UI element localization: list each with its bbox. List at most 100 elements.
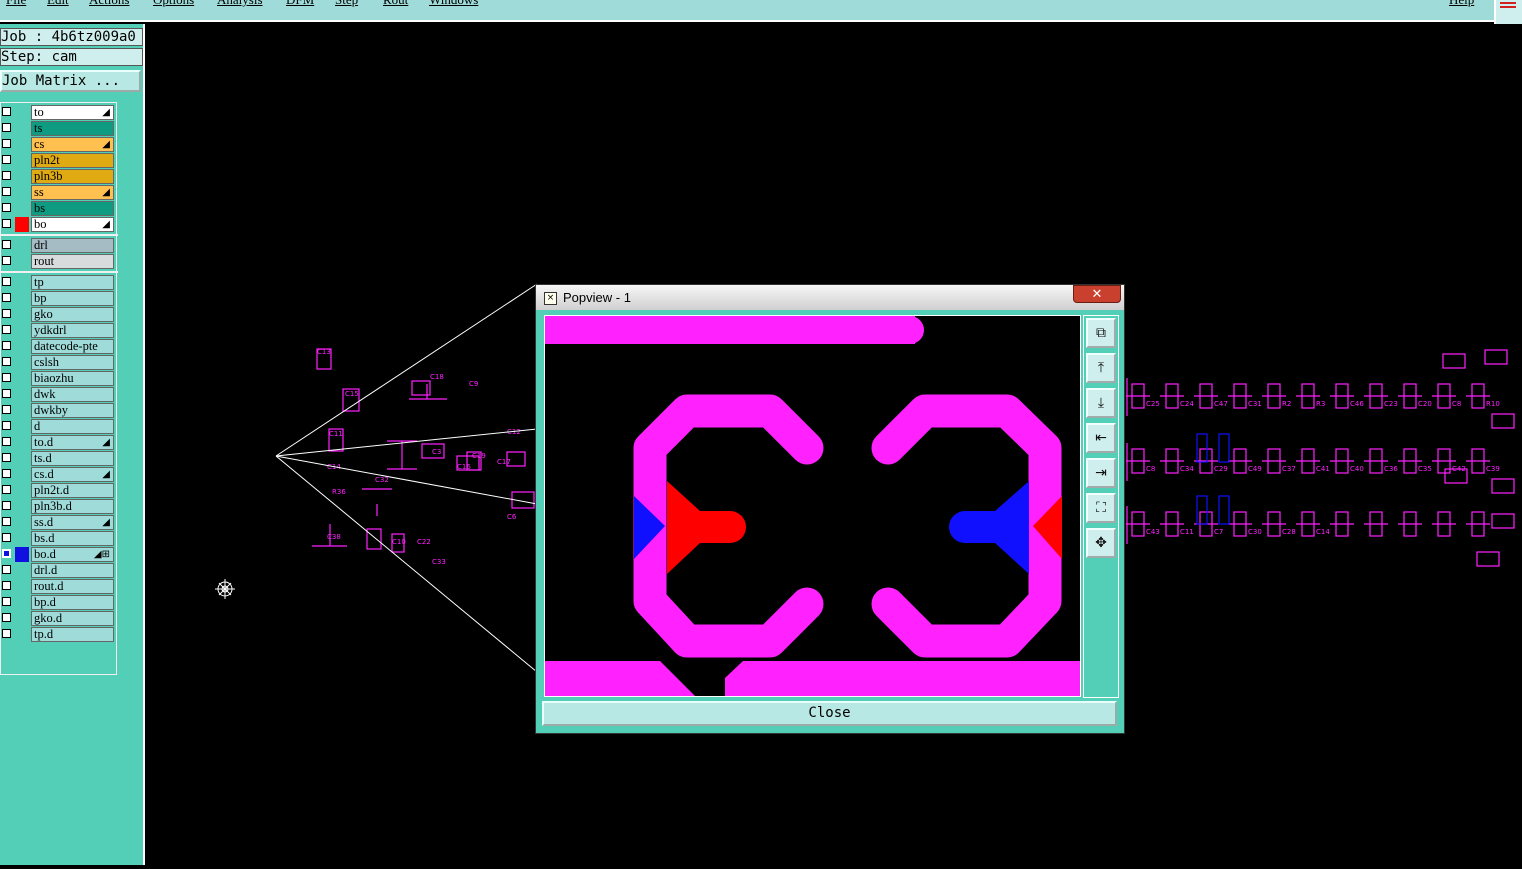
layer-color-swatch[interactable]	[15, 275, 29, 290]
feedback-icon[interactable]	[1494, 0, 1522, 24]
layer-row-tp-d[interactable]: tp.d	[1, 627, 114, 642]
layer-color-swatch[interactable]	[15, 467, 29, 482]
layer-color-swatch[interactable]	[15, 627, 29, 642]
layer-color-swatch[interactable]	[15, 387, 29, 402]
layer-row-gko[interactable]: gko	[1, 307, 114, 322]
layer-name[interactable]: cs ◢	[31, 137, 114, 152]
layer-name[interactable]: cslsh	[31, 355, 114, 370]
layer-name[interactable]: ss.d ◢	[31, 515, 114, 530]
layer-checkbox[interactable]	[2, 581, 11, 590]
center-icon[interactable]: ✥	[1086, 528, 1116, 558]
layer-row-bo[interactable]: bo ◢	[1, 217, 114, 232]
layer-name[interactable]: bp.d	[31, 595, 114, 610]
menu-step[interactable]: Step	[335, 0, 358, 8]
layer-name[interactable]: pln2t.d	[31, 483, 114, 498]
layer-row-bs-d[interactable]: bs.d	[1, 531, 114, 546]
menu-file[interactable]: File	[6, 0, 26, 8]
layer-checkbox[interactable]	[2, 389, 11, 398]
layer-checkbox[interactable]	[2, 325, 11, 334]
layer-checkbox[interactable]	[2, 171, 11, 180]
layer-row-pln3b[interactable]: pln3b	[1, 169, 114, 184]
layer-color-swatch[interactable]	[15, 355, 29, 370]
layer-name[interactable]: ydkdrl	[31, 323, 114, 338]
layer-name[interactable]: drl.d	[31, 563, 114, 578]
layer-name[interactable]: tp.d	[31, 627, 114, 642]
layer-checkbox[interactable]	[2, 155, 11, 164]
layer-row-tp[interactable]: tp	[1, 275, 114, 290]
layer-color-swatch[interactable]	[15, 499, 29, 514]
menu-rout[interactable]: Rout	[383, 0, 408, 8]
layer-color-swatch[interactable]	[15, 238, 29, 253]
job-matrix-button[interactable]: Job Matrix ...	[0, 70, 141, 92]
layer-row-ss-d[interactable]: ss.d ◢	[1, 515, 114, 530]
layer-checkbox[interactable]	[2, 219, 11, 228]
layer-row-bs[interactable]: bs	[1, 201, 114, 216]
layer-checkbox[interactable]	[2, 139, 11, 148]
menu-help[interactable]: Help	[1449, 0, 1474, 8]
layer-name[interactable]: bo.d ◢⊞	[31, 547, 114, 562]
layer-name[interactable]: ss ◢	[31, 185, 114, 200]
layer-color-swatch[interactable]	[15, 201, 29, 216]
layer-row-ydkdrl[interactable]: ydkdrl	[1, 323, 114, 338]
layer-checkbox[interactable]	[2, 240, 11, 249]
layer-checkbox[interactable]	[2, 309, 11, 318]
layer-name[interactable]: pln3b.d	[31, 499, 114, 514]
popview-titlebar[interactable]: × Popview - 1 ✕	[536, 285, 1124, 310]
layer-name[interactable]: ts.d	[31, 451, 114, 466]
layer-checkbox[interactable]	[2, 485, 11, 494]
layer-name[interactable]: drl	[31, 238, 114, 253]
zoom-out-icon[interactable]: ⤓	[1086, 388, 1116, 418]
layer-checkbox[interactable]	[2, 549, 11, 558]
layer-color-swatch[interactable]	[15, 153, 29, 168]
layer-checkbox[interactable]	[2, 453, 11, 462]
layer-row-drl-d[interactable]: drl.d	[1, 563, 114, 578]
layer-name[interactable]: bs.d	[31, 531, 114, 546]
layer-name[interactable]: datecode-pte	[31, 339, 114, 354]
layer-row-rout-d[interactable]: rout.d	[1, 579, 114, 594]
layer-row-datecode-pte[interactable]: datecode-pte	[1, 339, 114, 354]
layer-color-swatch[interactable]	[15, 307, 29, 322]
layer-color-swatch[interactable]	[15, 169, 29, 184]
layer-checkbox[interactable]	[2, 373, 11, 382]
layer-checkbox[interactable]	[2, 437, 11, 446]
layer-name[interactable]: dwkby	[31, 403, 114, 418]
menu-options[interactable]: Options	[153, 0, 194, 8]
layer-checkbox[interactable]	[2, 613, 11, 622]
fit-icon[interactable]: ⛶	[1086, 493, 1116, 523]
menu-windows[interactable]: Windows	[429, 0, 478, 8]
layer-name[interactable]: to ◢	[31, 105, 114, 120]
menu-actions[interactable]: Actions	[89, 0, 129, 8]
layer-row-biaozhu[interactable]: biaozhu	[1, 371, 114, 386]
layer-color-swatch[interactable]	[15, 323, 29, 338]
layer-color-swatch[interactable]	[15, 483, 29, 498]
layer-checkbox[interactable]	[2, 469, 11, 478]
layer-color-swatch[interactable]	[15, 579, 29, 594]
layer-name[interactable]: rout.d	[31, 579, 114, 594]
layer-name[interactable]: d	[31, 419, 114, 434]
layer-row-pln2t[interactable]: pln2t	[1, 153, 114, 168]
layer-row-pln2t-d[interactable]: pln2t.d	[1, 483, 114, 498]
layer-name[interactable]: gko	[31, 307, 114, 322]
pan-right-icon[interactable]: ⇥	[1086, 458, 1116, 488]
layer-color-swatch[interactable]	[15, 137, 29, 152]
layer-color-swatch[interactable]	[15, 531, 29, 546]
layer-name[interactable]: bp	[31, 291, 114, 306]
layer-color-swatch[interactable]	[15, 611, 29, 626]
layer-checkbox[interactable]	[2, 277, 11, 286]
layer-checkbox[interactable]	[2, 421, 11, 430]
layer-color-swatch[interactable]	[15, 339, 29, 354]
layer-row-dwk[interactable]: dwk	[1, 387, 114, 402]
layer-color-swatch[interactable]	[15, 435, 29, 450]
layer-checkbox[interactable]	[2, 107, 11, 116]
layer-checkbox[interactable]	[2, 203, 11, 212]
layer-checkbox[interactable]	[2, 629, 11, 638]
layer-color-swatch[interactable]	[15, 451, 29, 466]
layer-checkbox[interactable]	[2, 187, 11, 196]
layer-name[interactable]: ts	[31, 121, 114, 136]
layer-name[interactable]: bo ◢	[31, 217, 114, 232]
layer-checkbox[interactable]	[2, 123, 11, 132]
layer-name[interactable]: gko.d	[31, 611, 114, 626]
layer-checkbox[interactable]	[2, 256, 11, 265]
layer-checkbox[interactable]	[2, 357, 11, 366]
layer-checkbox[interactable]	[2, 501, 11, 510]
